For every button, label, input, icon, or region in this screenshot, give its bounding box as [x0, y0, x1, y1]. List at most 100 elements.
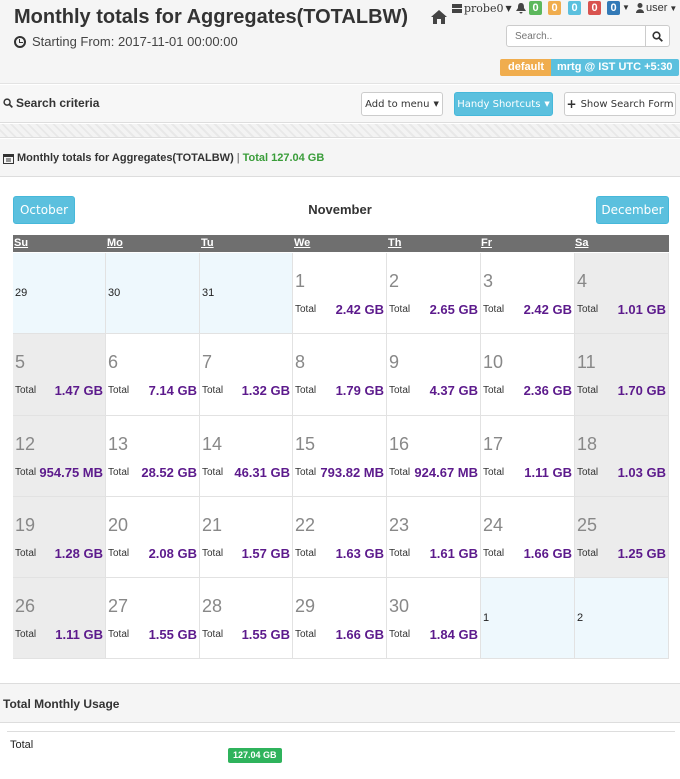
- search-criteria-bar: Search criteria Add to menu ▼ Handy Shor…: [0, 85, 680, 123]
- starting-from: Starting From: 2017-11-01 00:00:00: [14, 34, 238, 49]
- day-total-value: 1.57 GB: [241, 546, 290, 561]
- calendar-day[interactable]: 28 Total 1.55 GB: [200, 578, 293, 659]
- calendar-day[interactable]: 14 Total 46.31 GB: [200, 416, 293, 497]
- calendar-day-other-month[interactable]: 2: [575, 578, 669, 659]
- day-number: 22: [295, 515, 316, 535]
- day-number: 21: [202, 515, 223, 535]
- calendar-day[interactable]: 26 Total 1.11 GB: [13, 578, 106, 659]
- calendar-day[interactable]: 29 Total 1.66 GB: [293, 578, 387, 659]
- day-number: 11: [577, 352, 596, 372]
- total-label: Total: [389, 629, 411, 640]
- day-number: 7: [202, 352, 213, 372]
- user-dropdown[interactable]: user ▼: [636, 2, 677, 14]
- calendar-day[interactable]: 5 Total 1.47 GB: [13, 334, 106, 416]
- calendar-day-other-month[interactable]: 29: [13, 253, 106, 334]
- day-total-value: 1.61 GB: [429, 546, 478, 561]
- weekday-su: Su: [14, 237, 29, 249]
- calendar-day[interactable]: 30 Total 1.84 GB: [387, 578, 481, 659]
- calendar-day[interactable]: 27 Total 1.55 GB: [106, 578, 200, 659]
- calendar-day[interactable]: 10 Total 2.36 GB: [481, 334, 575, 416]
- timezone-label[interactable]: mrtg @ IST UTC +5:30: [551, 59, 679, 76]
- total-label: Total: [389, 548, 411, 559]
- calendar-day[interactable]: 19 Total 1.28 GB: [13, 497, 106, 578]
- calendar-day[interactable]: 20 Total 2.08 GB: [106, 497, 200, 578]
- alert-count-success[interactable]: 0: [529, 1, 542, 15]
- add-to-menu-button[interactable]: Add to menu ▼: [361, 92, 443, 116]
- calendar-day[interactable]: 1 Total 2.42 GB: [293, 253, 387, 334]
- calendar-day[interactable]: 6 Total 7.14 GB: [106, 334, 200, 416]
- alert-count-primary[interactable]: 0: [607, 1, 620, 15]
- probe-dropdown[interactable]: probe0 ▼: [452, 2, 512, 15]
- chevron-down-icon[interactable]: ▼: [622, 3, 630, 12]
- total-label: Total: [295, 467, 317, 478]
- clock-icon: [14, 35, 26, 48]
- day-number: 9: [389, 352, 400, 372]
- calendar-day[interactable]: 12 Total 954.75 MB: [13, 416, 106, 497]
- calendar-day[interactable]: 23 Total 1.61 GB: [387, 497, 481, 578]
- day-number: 18: [577, 434, 598, 454]
- day-total-value: 28.52 GB: [141, 465, 197, 480]
- calendar-day-other-month[interactable]: 30: [106, 253, 200, 334]
- calendar-icon: [3, 153, 14, 164]
- day-number: 20: [108, 515, 129, 535]
- day-total-value: 1.63 GB: [335, 546, 384, 561]
- calendar-day[interactable]: 2 Total 2.65 GB: [387, 253, 481, 334]
- calendar-day[interactable]: 15 Total 793.82 MB: [293, 416, 387, 497]
- day-number: 29: [15, 287, 28, 299]
- search-button[interactable]: [645, 25, 670, 47]
- calendar-day[interactable]: 18 Total 1.03 GB: [575, 416, 669, 497]
- total-label: Total: [483, 304, 505, 315]
- calendar-day-other-month[interactable]: 1: [481, 578, 575, 659]
- calendar-day[interactable]: 24 Total 1.66 GB: [481, 497, 575, 578]
- calendar-day[interactable]: 8 Total 1.79 GB: [293, 334, 387, 416]
- total-label: Total: [202, 629, 224, 640]
- panel-total: Total 127.04 GB: [242, 152, 325, 164]
- day-number: 8: [295, 352, 306, 372]
- calendar-day[interactable]: 22 Total 1.63 GB: [293, 497, 387, 578]
- total-label: Total: [295, 304, 317, 315]
- search-icon: [3, 98, 13, 108]
- calendar-day[interactable]: 9 Total 4.37 GB: [387, 334, 481, 416]
- user-label: user: [646, 2, 668, 14]
- total-label: Total: [202, 385, 224, 396]
- search-input[interactable]: [506, 25, 646, 47]
- alert-count-danger[interactable]: 0: [588, 1, 601, 15]
- show-search-form-button[interactable]: + Show Search Form: [564, 92, 676, 116]
- total-label: Total: [15, 385, 37, 396]
- handy-shortcuts-label: Handy Shortcuts: [457, 98, 541, 110]
- day-number: 24: [483, 515, 504, 535]
- next-month-button[interactable]: December: [596, 196, 669, 224]
- total-label: Total: [389, 467, 411, 478]
- day-number: 23: [389, 515, 410, 535]
- handy-shortcuts-button[interactable]: Handy Shortcuts ▼: [454, 92, 553, 116]
- calendar-day[interactable]: 11 Total 1.70 GB: [575, 334, 669, 416]
- alert-count-info[interactable]: 0: [568, 1, 581, 15]
- day-total-value: 954.75 MB: [39, 465, 103, 480]
- total-label: Total: [108, 385, 130, 396]
- weekday-we: We: [294, 237, 311, 249]
- day-number: 1: [295, 271, 306, 291]
- panel-title: Monthly totals for Aggregates(TOTALBW) |…: [3, 152, 324, 164]
- calendar-day[interactable]: 21 Total 1.57 GB: [200, 497, 293, 578]
- prev-month-button[interactable]: October: [13, 196, 75, 224]
- calendar-day[interactable]: 4 Total 1.01 GB: [575, 253, 669, 334]
- divider: [0, 124, 680, 138]
- search-criteria-title[interactable]: Search criteria: [3, 96, 99, 110]
- calendar-day[interactable]: 16 Total 924.67 MB: [387, 416, 481, 497]
- home-icon[interactable]: [430, 8, 448, 26]
- weekday-mo: Mo: [107, 237, 123, 249]
- chevron-down-icon: ▼: [505, 4, 512, 13]
- calendar-day[interactable]: 25 Total 1.25 GB: [575, 497, 669, 578]
- calendar-day[interactable]: 17 Total 1.11 GB: [481, 416, 575, 497]
- total-label: Total: [108, 548, 130, 559]
- profile-label[interactable]: default: [500, 59, 553, 76]
- day-number: 2: [577, 612, 584, 624]
- calendar-day[interactable]: 13 Total 28.52 GB: [106, 416, 200, 497]
- alert-count-warning[interactable]: 0: [548, 1, 561, 15]
- calendar-day-other-month[interactable]: 31: [200, 253, 293, 334]
- calendar-day[interactable]: 7 Total 1.32 GB: [200, 334, 293, 416]
- total-label: Total: [389, 304, 411, 315]
- calendar-day[interactable]: 3 Total 2.42 GB: [481, 253, 575, 334]
- chevron-down-icon: ▼: [433, 100, 439, 108]
- bell-icon[interactable]: [516, 3, 526, 14]
